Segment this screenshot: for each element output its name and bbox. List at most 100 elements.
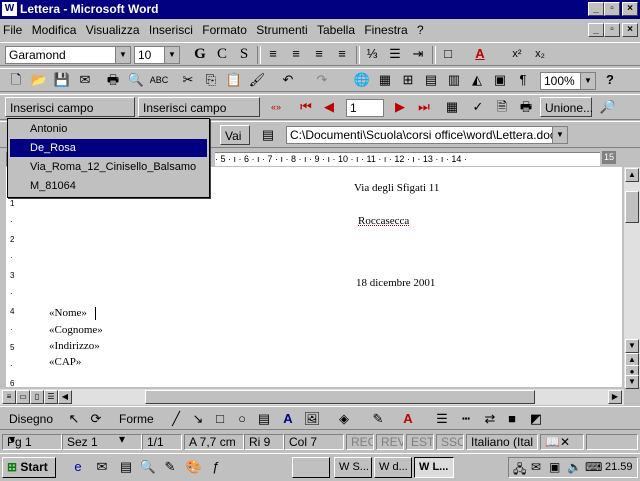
first-record-icon[interactable]: ⏮ xyxy=(296,97,316,117)
bold-button[interactable]: G xyxy=(190,44,210,64)
paint-icon[interactable]: 🎨 xyxy=(184,457,204,477)
bullet-list-icon[interactable]: ☰ xyxy=(385,44,405,64)
numbered-list-icon[interactable]: ⅓ xyxy=(362,44,382,64)
scroll-up-icon[interactable]: ▲ xyxy=(625,168,639,182)
task-blank[interactable] xyxy=(292,457,330,478)
view-merged-data-icon[interactable]: «» xyxy=(266,97,286,117)
hscroll-thumb[interactable] xyxy=(145,390,535,404)
font-name-select[interactable]: Garamond ▼ xyxy=(5,46,131,64)
vertical-ruler[interactable]: ·1·2·3·4·5·6· xyxy=(6,167,23,406)
find-record-icon[interactable]: 🔎 xyxy=(598,97,618,117)
task-word-2[interactable]: W d... xyxy=(374,457,412,478)
dropdown-item-de-rosa[interactable]: De_Rosa xyxy=(10,139,207,157)
word-app-icon[interactable]: W xyxy=(2,2,17,16)
status-language[interactable]: Italiano (Ital xyxy=(466,434,538,450)
tray-mail-icon[interactable]: ✉ xyxy=(531,460,541,474)
notepad-icon[interactable]: ✎ xyxy=(160,457,180,477)
font-color-icon[interactable]: A xyxy=(470,44,490,64)
scroll-down-icon[interactable]: ▼ xyxy=(625,339,639,353)
hyperlink-icon[interactable]: 🌐 xyxy=(352,70,372,90)
open-folder-icon[interactable]: 📂 xyxy=(29,70,49,90)
zoom-select[interactable]: 100% ▼ xyxy=(540,72,596,90)
paste-icon[interactable]: 📋 xyxy=(224,70,244,90)
doc-restore-button[interactable]: ▫ xyxy=(604,23,620,37)
status-ssc[interactable]: SSC xyxy=(436,434,464,450)
menu-help[interactable]: ? xyxy=(414,20,427,37)
menu-strumenti[interactable]: Strumenti xyxy=(253,20,310,37)
merge-field-cap[interactable]: «CAP» xyxy=(49,356,81,368)
outlook-icon[interactable]: ✉ xyxy=(92,457,112,477)
last-record-icon[interactable]: ⏭ xyxy=(414,97,434,117)
close-button[interactable]: × xyxy=(622,2,638,16)
dropdown-item-m81064[interactable]: M_81064 xyxy=(10,177,207,195)
menu-visualizza[interactable]: Visualizza xyxy=(83,20,143,37)
scroll-left-icon[interactable]: ◀ xyxy=(58,390,72,404)
status-est[interactable]: EST xyxy=(406,434,434,450)
internet-explorer-icon[interactable]: e xyxy=(68,457,88,477)
dropdown-item-antonio[interactable]: Antonio xyxy=(10,120,207,138)
quick-launch-icon[interactable]: ƒ xyxy=(206,457,226,477)
line-color-icon[interactable]: ✎ xyxy=(368,409,388,429)
undo-icon[interactable]: ↶ xyxy=(278,70,298,90)
task-word-3[interactable]: W L... xyxy=(414,457,454,478)
show-hide-icon[interactable]: ¶ xyxy=(513,70,533,90)
save-icon[interactable]: 💾 xyxy=(52,70,72,90)
chevron-down-icon[interactable]: ▼ xyxy=(115,47,130,63)
italic-button[interactable]: C xyxy=(212,44,232,64)
tables-borders-icon[interactable]: ▦ xyxy=(375,70,395,90)
clipart-icon[interactable]: 🖼 xyxy=(302,409,322,429)
dash-style-icon[interactable]: ┅ xyxy=(456,409,476,429)
chevron-down-icon[interactable]: ▼ xyxy=(580,73,595,89)
justify-icon[interactable]: ≡ xyxy=(332,44,352,64)
wordart-icon[interactable]: A xyxy=(278,409,298,429)
document-page[interactable]: Via degli Sfigati 11 Roccasecca 18 dicem… xyxy=(22,167,622,387)
line-icon[interactable]: ╱ xyxy=(166,409,186,429)
oval-icon[interactable]: ○ xyxy=(232,409,252,429)
outline-view-icon[interactable]: ☰ xyxy=(44,390,58,404)
align-left-icon[interactable]: ≡ xyxy=(263,44,283,64)
previous-record-icon[interactable]: ◀ xyxy=(319,97,339,117)
normal-view-icon[interactable]: ≡ xyxy=(2,390,16,404)
tray-network-icon[interactable]: 🖧 xyxy=(513,460,526,481)
tray-clock[interactable]: 21.59 xyxy=(605,461,633,473)
draw-menu-button[interactable]: Disegno ▾ xyxy=(4,408,60,446)
next-page-icon[interactable]: ▼ xyxy=(625,375,639,389)
task-word-1[interactable]: W S... xyxy=(334,457,372,478)
menu-file[interactable]: File xyxy=(0,20,25,37)
merge-field-indirizzo[interactable]: «Indirizzo» xyxy=(49,340,100,352)
insert-word-field-button[interactable]: Inserisci campo Word ▾ xyxy=(138,97,260,135)
border-icon[interactable]: □ xyxy=(438,44,458,64)
desktop-icon[interactable]: ▤ xyxy=(116,457,136,477)
record-number-field[interactable]: 1 xyxy=(346,99,384,117)
chevron-down-icon[interactable]: ▼ xyxy=(552,127,567,143)
status-rev[interactable]: REV xyxy=(376,434,404,450)
merge-printer-icon[interactable]: 🖶 xyxy=(516,97,536,117)
line-style-icon[interactable]: ☰ xyxy=(432,409,452,429)
doc-close-button[interactable]: × xyxy=(622,23,638,37)
menu-inserisci[interactable]: Inserisci xyxy=(146,20,196,37)
textbox-icon[interactable]: ▤ xyxy=(254,409,274,429)
font-color-icon[interactable]: A xyxy=(398,409,418,429)
subscript-icon[interactable]: x₂ xyxy=(530,44,550,64)
menu-modifica[interactable]: Modifica xyxy=(29,20,80,37)
document-map-icon[interactable]: ▣ xyxy=(490,70,510,90)
restore-button[interactable]: ▫ xyxy=(604,2,620,16)
insert-excel-icon[interactable]: ▤ xyxy=(421,70,441,90)
print-layout-icon[interactable]: ▯ xyxy=(30,390,44,404)
start-button[interactable]: ⊞ Start xyxy=(2,457,56,478)
arrow-icon[interactable]: ↘ xyxy=(188,409,208,429)
scroll-right-icon[interactable]: ▶ xyxy=(608,390,622,404)
help-icon[interactable]: ? xyxy=(600,70,620,90)
free-rotate-icon[interactable]: ⟳ xyxy=(86,409,106,429)
menu-formato[interactable]: Formato xyxy=(199,20,250,37)
check-errors-icon[interactable]: ✓ xyxy=(468,97,488,117)
columns-icon[interactable]: ▥ xyxy=(444,70,464,90)
scroll-thumb[interactable] xyxy=(625,191,639,223)
drawing-icon[interactable]: ◭ xyxy=(467,70,487,90)
horizontal-scrollbar[interactable]: ≡ ▭ ▯ ☰ ◀ ▶ xyxy=(0,389,624,405)
tray-keyboard-icon[interactable]: ⌨ xyxy=(585,460,602,474)
explorer-icon[interactable]: 🔍 xyxy=(138,457,158,477)
merge-button[interactable]: Unione... xyxy=(540,97,593,117)
redo-icon[interactable]: ↷ xyxy=(312,70,332,90)
chevron-down-icon[interactable]: ▼ xyxy=(164,47,179,63)
